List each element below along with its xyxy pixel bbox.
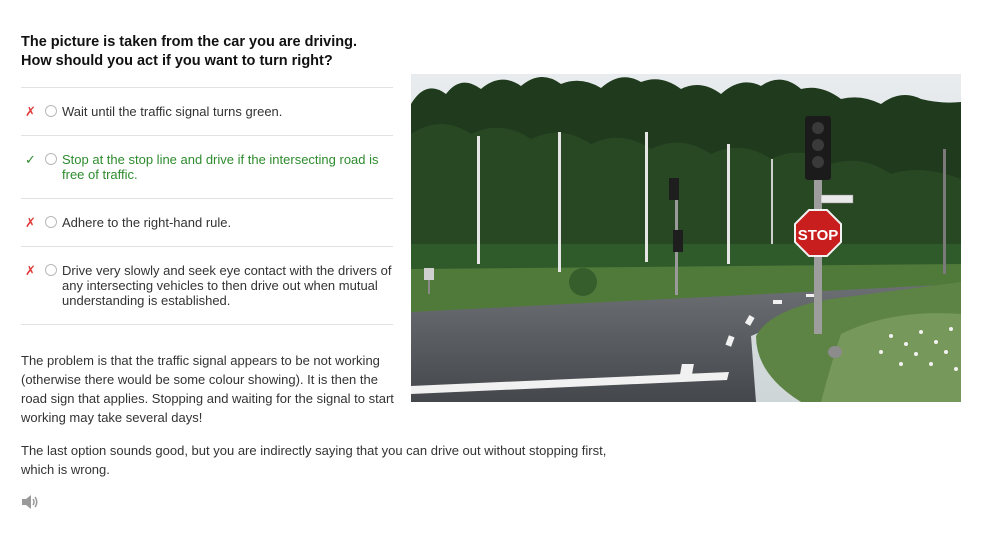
answer-options: ✗ Wait until the traffic signal turns gr… — [21, 87, 393, 325]
answer-option-1[interactable]: ✗ Wait until the traffic signal turns gr… — [21, 87, 393, 135]
wrong-mark-icon: ✗ — [25, 104, 36, 119]
answer-option-4[interactable]: ✗ Drive very slowly and seek eye contact… — [21, 246, 393, 325]
speaker-icon[interactable] — [21, 494, 39, 510]
answer-option-text: Stop at the stop line and drive if the i… — [62, 152, 379, 182]
question-text: The picture is taken from the car you ar… — [21, 33, 401, 71]
intersection-photo: STOP — [411, 74, 961, 402]
answer-option-text: Drive very slowly and seek eye contact w… — [62, 263, 392, 308]
wrong-mark-icon: ✗ — [25, 263, 36, 278]
answer-option-text: Adhere to the right-hand rule. — [62, 215, 232, 230]
radio-button[interactable] — [45, 216, 57, 228]
question-line-2: How should you act if you want to turn r… — [21, 53, 333, 69]
radio-button[interactable] — [45, 105, 57, 117]
intersection-scene: STOP — [411, 74, 961, 402]
question-line-1: The picture is taken from the car you ar… — [21, 34, 358, 50]
radio-button[interactable] — [45, 264, 57, 276]
correct-mark-icon: ✓ — [25, 152, 36, 167]
explanation-paragraph-2: The last option sounds good, but you are… — [21, 443, 607, 477]
answer-option-3[interactable]: ✗ Adhere to the right-hand rule. — [21, 198, 393, 246]
stop-sign-text: STOP — [798, 227, 839, 244]
radio-button[interactable] — [45, 153, 57, 165]
wrong-mark-icon: ✗ — [25, 215, 36, 230]
answer-option-2[interactable]: ✓ Stop at the stop line and drive if the… — [21, 135, 393, 198]
answer-option-text: Wait until the traffic signal turns gree… — [62, 104, 283, 119]
explanation-paragraph-1: The problem is that the traffic signal a… — [21, 353, 394, 425]
